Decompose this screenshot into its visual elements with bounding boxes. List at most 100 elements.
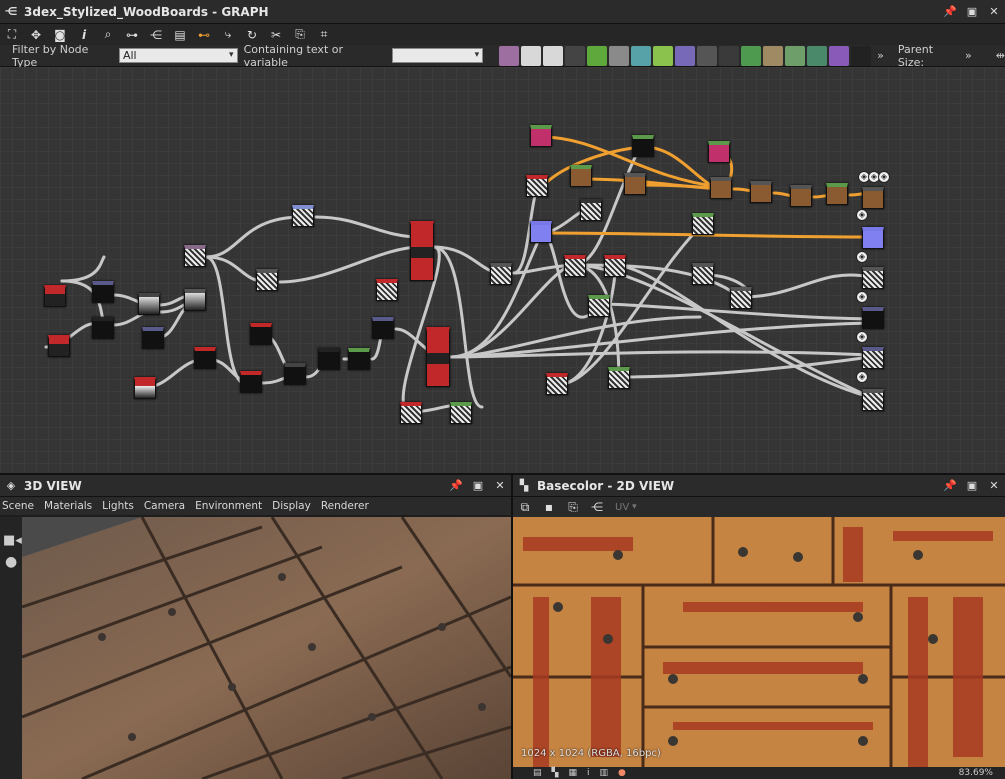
graph-node[interactable] [348, 348, 370, 370]
histogram-icon[interactable]: ▥ [599, 768, 608, 778]
graph-node[interactable] [692, 213, 714, 235]
more-icon[interactable]: » [877, 49, 884, 62]
menu-lights[interactable]: Lights [102, 500, 134, 512]
graph-node[interactable] [580, 199, 602, 221]
layers-icon[interactable]: ▤ [533, 768, 542, 778]
camera-icon[interactable]: ◙ [50, 25, 70, 45]
pan-icon[interactable]: ✥ [26, 25, 46, 45]
curve-filter-icon[interactable] [587, 45, 608, 66]
graph-node[interactable] [530, 221, 552, 243]
crop-icon[interactable]: ⌗ [314, 25, 334, 45]
2d-viewport[interactable]: 1024 x 1024 (RGBA, 16bpc) [513, 517, 1005, 767]
spectral-filter-icon[interactable] [829, 45, 850, 66]
close-icon[interactable]: ✕ [987, 3, 1001, 19]
save-icon[interactable]: ▪ [539, 497, 559, 517]
hue-filter-icon[interactable] [785, 45, 806, 66]
search-icon[interactable]: ⌕ [98, 25, 118, 45]
graph-node[interactable] [426, 327, 450, 387]
3d-viewport[interactable] [22, 517, 511, 779]
graph-node[interactable] [376, 279, 398, 301]
graph-node[interactable] [184, 245, 206, 267]
graph-node[interactable] [142, 327, 164, 349]
pin-icon[interactable]: 📌 [943, 477, 957, 493]
output-filter-icon[interactable] [719, 45, 740, 66]
pin-icon[interactable]: 📌 [449, 477, 463, 493]
levels-filter-icon[interactable] [543, 45, 564, 66]
graph-node[interactable] [862, 307, 884, 329]
light-bulb-icon[interactable]: ● [5, 554, 22, 570]
graph-node[interactable] [862, 227, 884, 249]
uv-dropdown[interactable]: UV [615, 502, 629, 513]
pin-icon[interactable]: 📌 [943, 3, 957, 19]
options-icon[interactable]: ⇹ [996, 49, 1005, 62]
graph-node[interactable] [318, 348, 340, 370]
layers-icon[interactable]: ▤ [170, 25, 190, 45]
close-icon[interactable]: ✕ [493, 477, 507, 493]
menu-materials[interactable]: Materials [44, 500, 92, 512]
copy-icon[interactable]: ⎘ [563, 497, 583, 517]
graph-node[interactable] [240, 371, 262, 393]
fit-view-icon[interactable]: ⧉ [515, 497, 535, 517]
link-icon[interactable]: ⊶ [122, 25, 142, 45]
menu-renderer[interactable]: Renderer [321, 500, 369, 512]
graph-node[interactable] [92, 317, 114, 339]
graph-node[interactable] [564, 255, 586, 277]
connect-icon[interactable]: ⊷ [194, 25, 214, 45]
containing-text-select[interactable] [392, 48, 484, 63]
graph-node[interactable] [862, 347, 884, 369]
node-graph-canvas[interactable]: ◈ ◈ ◈ ◈ ◈ ◈ ◈ ◈ [0, 67, 1005, 473]
color-filter-icon[interactable] [609, 45, 630, 66]
normal-filter-icon[interactable] [763, 45, 784, 66]
noise-filter-icon[interactable] [851, 45, 872, 66]
maximize-icon[interactable]: ▣ [965, 477, 979, 493]
chevron-down-icon[interactable]: ▾ [632, 502, 637, 512]
share-icon[interactable]: ⋲ [587, 497, 607, 517]
graph-node[interactable] [604, 255, 626, 277]
video-camera-icon[interactable]: ■◂ [3, 533, 22, 548]
graph-node[interactable] [862, 187, 884, 209]
fx-filter-icon[interactable] [741, 45, 762, 66]
sharpen-filter-icon[interactable] [807, 45, 828, 66]
graph-node[interactable] [44, 285, 66, 307]
graph-node[interactable] [526, 175, 548, 197]
graph-node[interactable] [48, 335, 70, 357]
gradient-filter-icon[interactable] [653, 45, 674, 66]
graph-node[interactable] [692, 263, 714, 285]
graph-node[interactable] [790, 185, 812, 207]
color-icon[interactable]: ● [618, 768, 626, 778]
graph-node[interactable] [750, 181, 772, 203]
graph-node[interactable] [862, 389, 884, 411]
export-icon[interactable]: ⎘ [290, 25, 310, 45]
graph-node[interactable] [608, 367, 630, 389]
graph-node[interactable] [530, 125, 552, 147]
tools-icon[interactable]: ✂ [266, 25, 286, 45]
checker-icon[interactable]: ▚ [552, 768, 559, 778]
menu-camera[interactable]: Camera [144, 500, 185, 512]
graph-node[interactable] [184, 289, 206, 311]
graph-node[interactable] [826, 183, 848, 205]
grid-filter-icon[interactable] [697, 45, 718, 66]
graph-node[interactable] [708, 141, 730, 163]
graph-node[interactable] [410, 221, 434, 281]
shuffle-filter-icon[interactable] [565, 45, 586, 66]
menu-environment[interactable]: Environment [195, 500, 262, 512]
graph-node[interactable] [546, 373, 568, 395]
frame-icon[interactable]: ⛶ [2, 25, 22, 45]
graph-node[interactable] [92, 281, 114, 303]
hsl-filter-icon[interactable] [675, 45, 696, 66]
graph-node[interactable] [490, 263, 512, 285]
graph-node[interactable] [450, 402, 472, 424]
graph-node[interactable] [284, 363, 306, 385]
hierarchy-icon[interactable]: ⋲ [146, 25, 166, 45]
graph-node[interactable] [250, 323, 272, 345]
graph-node[interactable] [138, 293, 160, 315]
menu-scene[interactable]: Scene [2, 500, 34, 512]
graph-node[interactable] [570, 165, 592, 187]
blend-filter-icon[interactable] [521, 45, 542, 66]
transform-filter-icon[interactable] [631, 45, 652, 66]
graph-node[interactable] [372, 317, 394, 339]
graph-node[interactable] [588, 295, 610, 317]
graph-node[interactable] [624, 173, 646, 195]
menu-display[interactable]: Display [272, 500, 311, 512]
refresh-icon[interactable]: ↻ [242, 25, 262, 45]
